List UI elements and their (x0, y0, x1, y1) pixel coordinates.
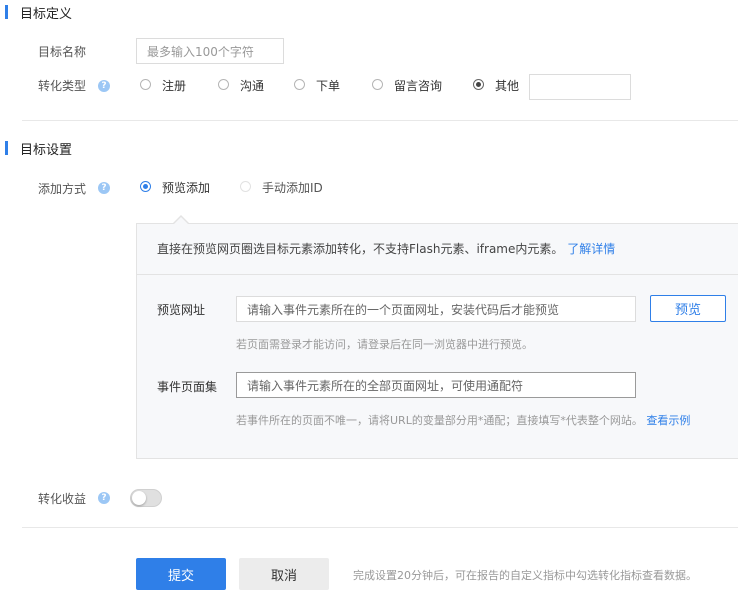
section-marker (5, 5, 8, 19)
radio-label-message[interactable]: 留言咨询 (394, 77, 442, 94)
goal-name-placeholder: 最多输入100个字符 (147, 44, 254, 59)
radio-label-other[interactable]: 其他 (495, 77, 519, 94)
radio-register[interactable] (140, 79, 151, 90)
preview-url-label: 预览网址 (157, 303, 206, 317)
preview-url-placeholder: 请输入事件元素所在的一个页面网址，安装代码后才能预览 (247, 302, 560, 317)
preview-button[interactable]: 预览 (650, 295, 726, 322)
radio-communicate[interactable] (218, 79, 229, 90)
radio-other[interactable] (473, 79, 484, 90)
submit-button[interactable]: 提交 (136, 558, 226, 590)
section-marker (5, 141, 8, 155)
help-icon[interactable]: ? (98, 80, 110, 92)
goal-name-input[interactable]: 最多输入100个字符 (136, 38, 284, 64)
conversion-revenue-label: 转化收益 (38, 492, 87, 506)
section-title-goal-definition: 目标定义 (20, 7, 73, 22)
toggle-knob (132, 491, 146, 505)
radio-label-register[interactable]: 注册 (162, 77, 186, 94)
panel-intro-text: 直接在预览网页圈选目标元素添加转化，不支持Flash元素、iframe内元素。 (157, 242, 564, 256)
panel-caret-inner (174, 217, 188, 224)
page-set-placeholder: 请输入事件元素所在的全部页面网址，可使用通配符 (247, 378, 524, 393)
add-method-label: 添加方式 (38, 182, 87, 196)
radio-label-order[interactable]: 下单 (316, 77, 340, 94)
radio-label-manual-add-id[interactable]: 手动添加ID (262, 179, 323, 196)
preview-url-input[interactable]: 请输入事件元素所在的一个页面网址，安装代码后才能预览 (236, 296, 636, 322)
conversion-type-label: 转化类型 (38, 79, 87, 93)
radio-message[interactable] (372, 79, 383, 90)
page-set-hint: 若事件所在的页面不唯一，请将URL的变量部分用*通配；直接填写*代表整个网站。 … (236, 412, 690, 428)
help-icon[interactable]: ? (98, 182, 110, 194)
other-type-input[interactable] (529, 74, 631, 100)
section-title-goal-settings: 目标设置 (20, 143, 73, 158)
preview-hint: 若页面需登录才能访问，请登录后在同一浏览器中进行预览。 (236, 338, 533, 351)
goal-name-label: 目标名称 (38, 45, 87, 59)
learn-more-link[interactable]: 了解详情 (567, 242, 615, 256)
view-example-link[interactable]: 查看示例 (646, 414, 690, 427)
page-set-hint-text: 若事件所在的页面不唯一，请将URL的变量部分用*通配；直接填写*代表整个网站。 (236, 414, 643, 427)
radio-order[interactable] (294, 79, 305, 90)
divider (22, 120, 738, 121)
footer-note: 完成设置20分钟后，可在报告的自定义指标中勾选转化指标查看数据。 (353, 569, 697, 582)
help-icon[interactable]: ? (98, 492, 110, 504)
page-set-label: 事件页面集 (157, 380, 218, 394)
radio-label-communicate[interactable]: 沟通 (240, 77, 264, 94)
panel-intro: 直接在预览网页圈选目标元素添加转化，不支持Flash元素、iframe内元素。 … (157, 240, 615, 257)
divider (22, 527, 738, 528)
revenue-toggle[interactable] (130, 489, 162, 507)
radio-preview-add[interactable] (140, 181, 151, 192)
cancel-button[interactable]: 取消 (239, 558, 329, 590)
page-set-input[interactable]: 请输入事件元素所在的全部页面网址，可使用通配符 (236, 372, 636, 398)
radio-label-preview-add[interactable]: 预览添加 (162, 179, 210, 196)
radio-manual-add-id[interactable] (240, 181, 251, 192)
